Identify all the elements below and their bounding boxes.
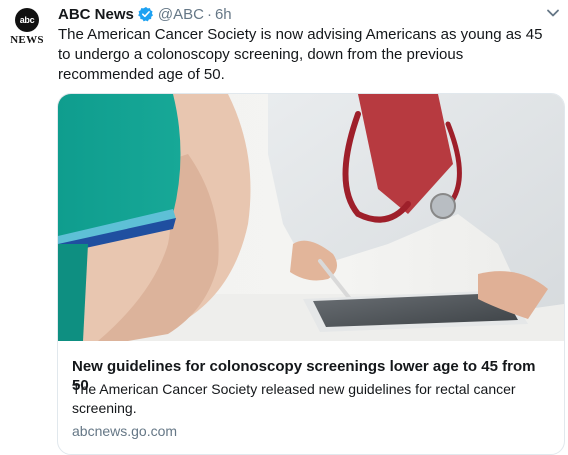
tweet-header: ABC News @ABC · 6h [58,5,232,23]
card-domain: abcnews.go.com [72,423,178,439]
avatar-wordmark: NEWS [10,34,44,46]
tweet-text: The American Cancer Society is now advis… [58,26,543,83]
link-card[interactable]: New guidelines for colonoscopy screening… [57,93,565,455]
card-description: The American Cancer Society released new… [72,381,516,416]
author-name[interactable]: ABC News [58,6,134,23]
author-handle[interactable]: @ABC [158,6,204,23]
abc-logo-icon: abc [15,8,39,32]
tweet-timestamp[interactable]: 6h [215,6,232,23]
avatar-logo-text: abc [19,15,35,25]
verified-badge-icon [137,7,153,22]
card-image [58,94,564,341]
avatar[interactable]: abc NEWS [6,6,48,48]
chevron-down-icon[interactable] [546,8,560,18]
header-separator: · [206,5,212,23]
tweet[interactable]: abc NEWS ABC News @ABC · 6h The American… [0,0,568,455]
